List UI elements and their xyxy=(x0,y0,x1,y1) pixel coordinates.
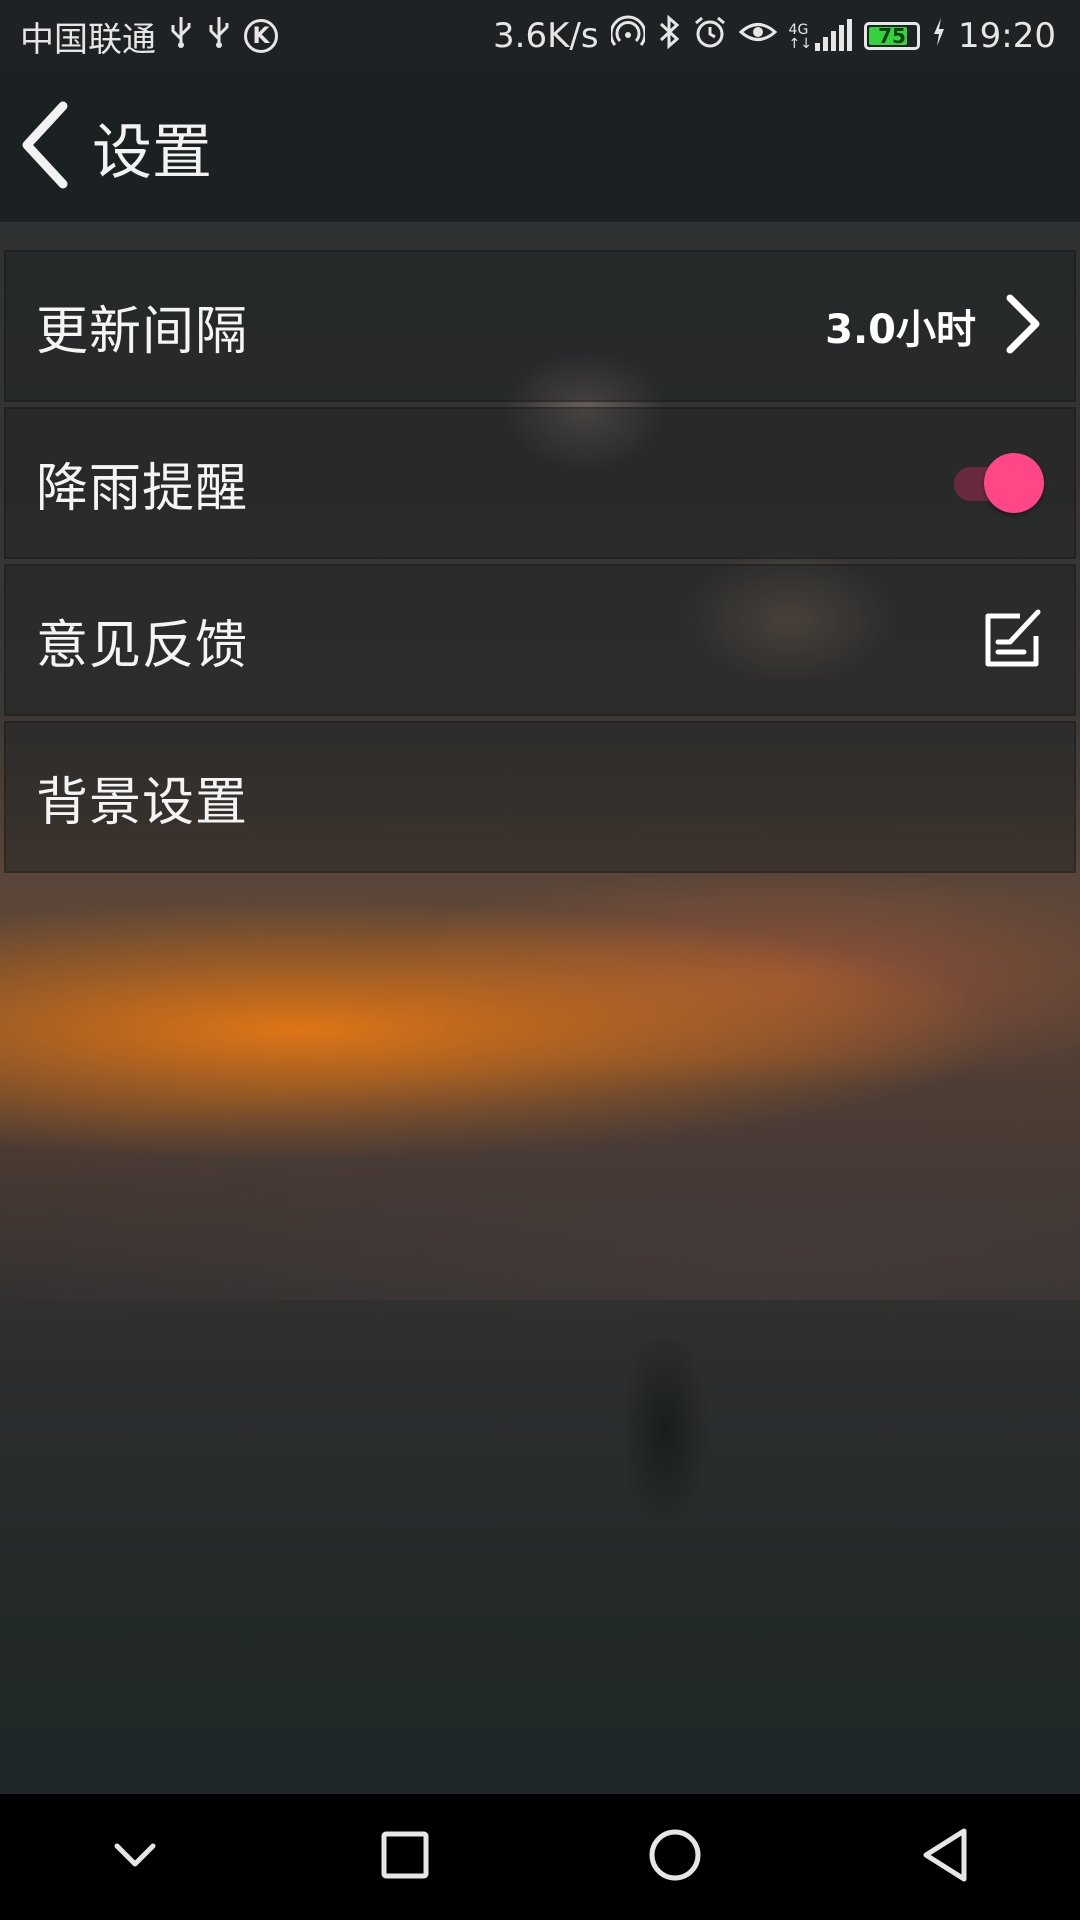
usb-icon xyxy=(206,15,232,57)
page-title: 设置 xyxy=(92,117,212,188)
alarm-icon xyxy=(693,15,727,57)
4g-signal-icon: 4G ↑↓ xyxy=(789,19,853,51)
triangle-back-icon xyxy=(920,1827,970,1887)
settings-list: 更新间隔 3.0小时 降雨提醒 意见反馈 背景设置 xyxy=(4,250,1076,878)
update-interval-label: 更新间隔 xyxy=(36,301,249,362)
k-icon: K xyxy=(244,19,278,53)
chevron-right-icon xyxy=(1000,292,1044,360)
recents-button[interactable] xyxy=(345,1797,465,1917)
chevron-down-icon xyxy=(111,1840,159,1874)
charging-icon xyxy=(932,17,946,55)
home-button[interactable] xyxy=(615,1797,735,1917)
app-header: 设置 xyxy=(0,72,1080,222)
battery-icon: 75 xyxy=(864,22,921,50)
rain-alert-row: 降雨提醒 xyxy=(4,407,1076,559)
toggle-thumb xyxy=(984,453,1044,513)
back-button[interactable] xyxy=(0,87,90,207)
background-mountain xyxy=(0,1000,1080,1300)
navigation-bar xyxy=(0,1794,1080,1920)
network-speed: 3.6K/s xyxy=(493,16,599,56)
update-interval-row[interactable]: 更新间隔 3.0小时 xyxy=(4,250,1076,402)
background-settings-row[interactable]: 背景设置 xyxy=(4,721,1076,873)
back-arrow-icon xyxy=(17,100,73,194)
edit-note-icon xyxy=(980,606,1044,674)
status-bar: 中国联通 K 3.6K/s 4G ↑↓ 75 19:20 xyxy=(0,0,1080,72)
clock: 19:20 xyxy=(958,16,1056,56)
update-interval-value: 3.0小时 xyxy=(825,307,976,353)
background-figure xyxy=(620,1340,710,1520)
hide-nav-button[interactable] xyxy=(75,1797,195,1917)
carrier-label: 中国联通 xyxy=(20,19,156,60)
usb-icon xyxy=(168,15,194,57)
circle-icon xyxy=(647,1827,703,1887)
rain-alert-label: 降雨提醒 xyxy=(36,458,249,519)
background-settings-label: 背景设置 xyxy=(36,772,249,833)
hotspot-icon xyxy=(609,15,646,57)
feedback-row[interactable]: 意见反馈 xyxy=(4,564,1076,716)
eye-icon xyxy=(738,17,777,55)
battery-level: 75 xyxy=(878,24,906,48)
rain-alert-toggle[interactable] xyxy=(948,453,1044,513)
back-nav-button[interactable] xyxy=(885,1797,1005,1917)
feedback-label: 意见反馈 xyxy=(36,615,249,676)
square-icon xyxy=(380,1830,430,1884)
bluetooth-icon xyxy=(657,14,681,57)
